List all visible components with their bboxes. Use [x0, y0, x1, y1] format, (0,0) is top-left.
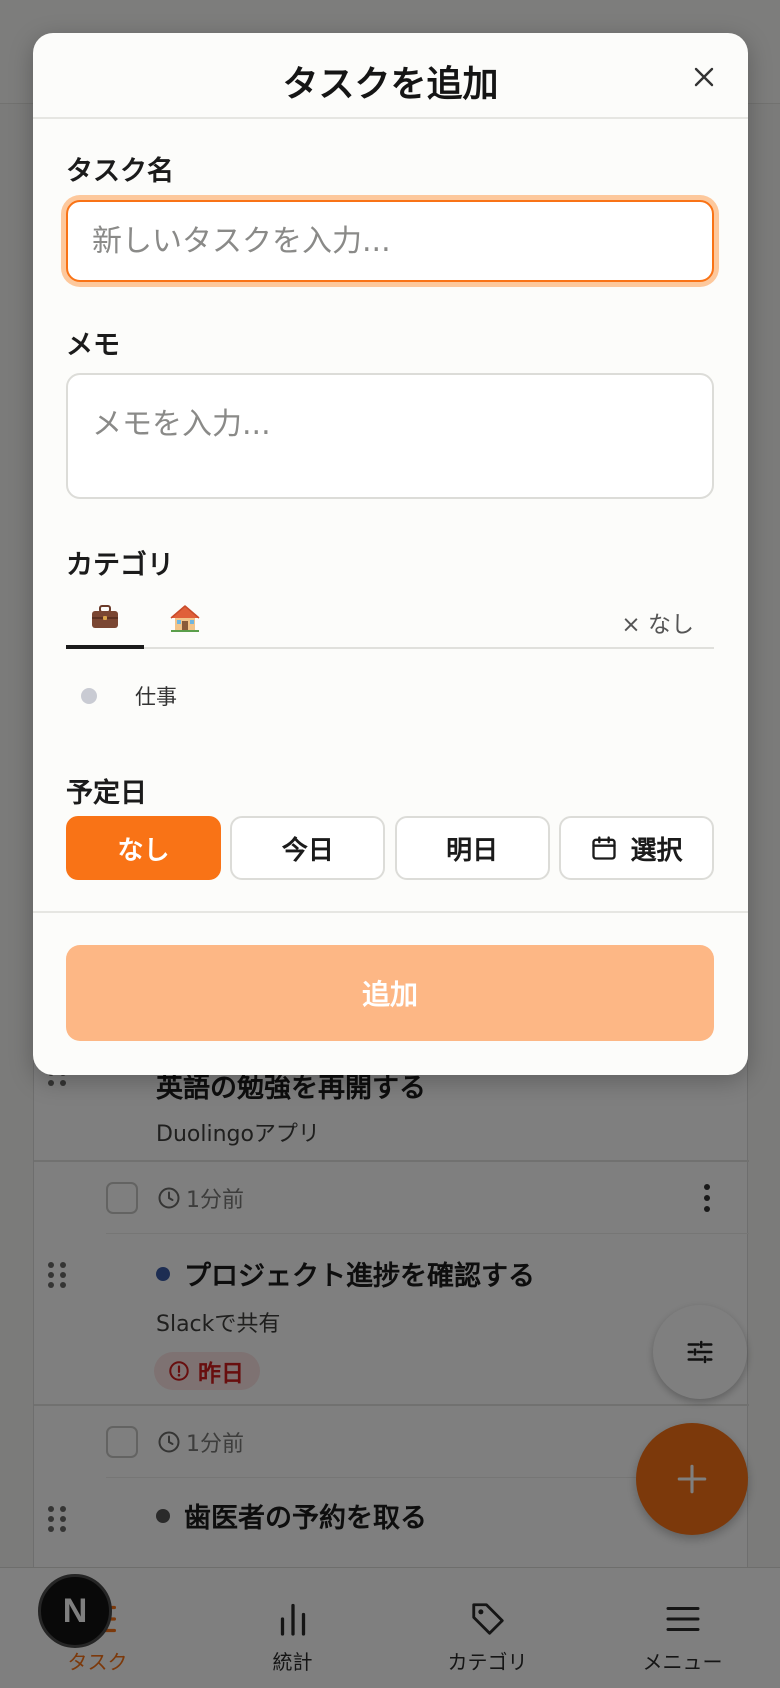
close-button[interactable]: [686, 59, 722, 95]
category-none-button[interactable]: × なし: [621, 605, 694, 639]
task-name-label: タスク名: [66, 156, 174, 187]
add-task-modal: タスクを追加 タスク名 メモ カテゴリ: [33, 33, 748, 1075]
due-date-options: なし 今日 明日 選択: [66, 816, 714, 880]
category-tab-home[interactable]: [146, 601, 224, 649]
due-date-label: 予定日: [66, 778, 147, 809]
due-today-button[interactable]: 今日: [230, 816, 386, 880]
category-label: カテゴリ: [66, 550, 174, 581]
close-icon: [694, 67, 714, 87]
category-tabs: × なし: [66, 601, 714, 649]
house-icon: [170, 605, 200, 632]
add-task-submit-button[interactable]: 追加: [66, 945, 714, 1041]
task-name-input[interactable]: [66, 200, 714, 282]
modal-header: タスクを追加: [33, 33, 748, 119]
due-tomorrow-button[interactable]: 明日: [394, 816, 550, 880]
due-pick-date-label: 選択: [630, 835, 683, 866]
modal-divider: [33, 911, 748, 913]
briefcase-icon: [92, 605, 118, 628]
modal-title: タスクを追加: [282, 64, 499, 105]
due-pick-date-button[interactable]: 選択: [558, 816, 714, 880]
due-none-button[interactable]: なし: [66, 816, 221, 880]
category-tab-work[interactable]: [66, 601, 144, 649]
calendar-icon: [592, 836, 617, 860]
memo-label: メモ: [66, 330, 120, 361]
category-option-label: 仕事: [135, 685, 177, 709]
category-option[interactable]: 仕事: [81, 681, 177, 711]
memo-input[interactable]: [66, 373, 714, 499]
category-option-dot: [81, 688, 97, 704]
